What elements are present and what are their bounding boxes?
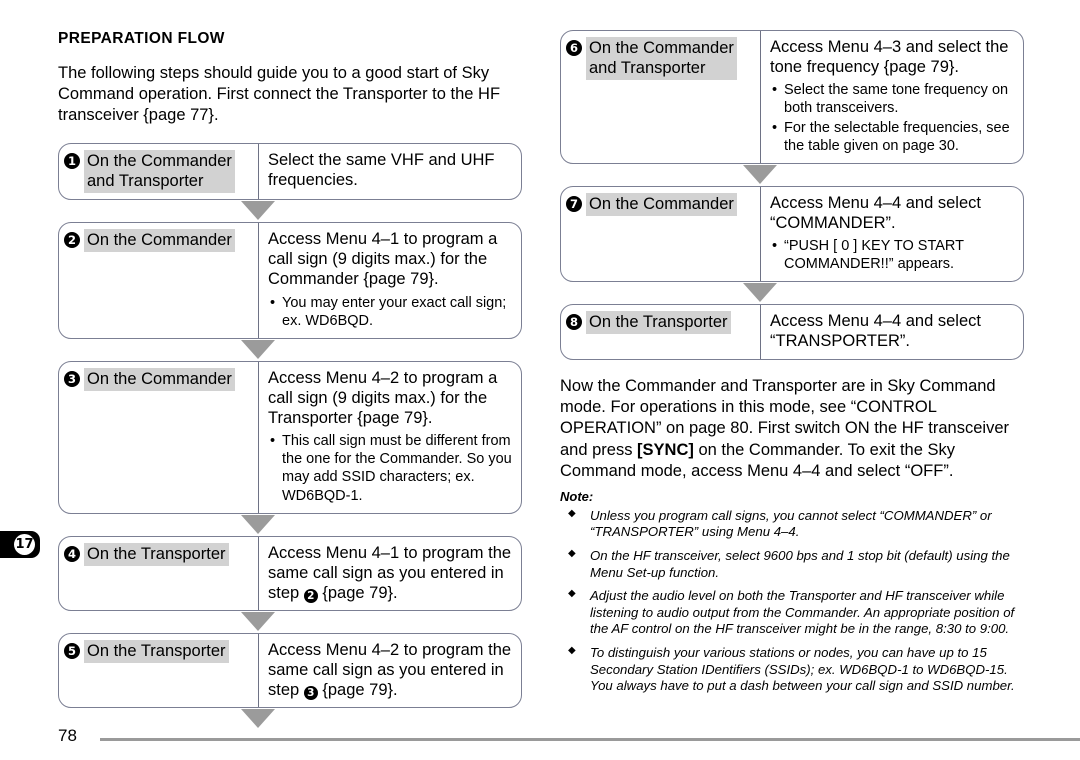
note-item: Adjust the audio level on both the Trans… [560,588,1024,638]
flow-step-1-action-cell: Select the same VHF and UHF frequencies. [259,144,521,199]
step-number-badge: 2 [64,232,80,249]
flow-step-2: 2 On the Commander Access Menu 4–1 to pr… [58,222,522,339]
step-bullet: Select the same tone frequency on both t… [770,81,1015,117]
flow-step-5-action-cell: Access Menu 4–2 to program the same call… [259,634,521,707]
step-bullet-list: “PUSH [ 0 ] KEY TO START COMMANDER!!” ap… [770,237,1015,273]
flow-step-7-role-cell: 7 On the Commander [561,186,761,282]
down-arrow-icon [743,164,777,184]
connector-arrow-2 [58,339,522,361]
page-title: PREPARATION FLOW [58,30,225,47]
step-number-badge: 4 [64,545,80,562]
connector-arrow-6 [560,164,1024,186]
inline-step-ref: 2 [303,588,318,603]
step-role-label: On the Commander and Transporter [84,149,235,194]
footer-rule [100,738,1080,741]
step-number-badge: 6 [566,40,582,56]
flow-step-4-action-cell: Access Menu 4–1 to program the same call… [259,537,521,610]
flow-step-4: 4 On the Transporter Access Menu 4–1 to … [58,535,522,612]
step-bullet-list: Select the same tone frequency on both t… [770,81,1015,155]
step-action-text: Access Menu 4–4 and select “TRANSPORTER”… [770,312,981,351]
flow-step-7-action-cell: Access Menu 4–4 and select “COMMANDER”. … [761,187,1023,282]
step-role-label: On the Commander [84,229,235,253]
step-bullet-list: You may enter your exact call sign; ex. … [268,294,513,330]
sync-key-label: [SYNC] [637,440,694,459]
flow-step-6-action-cell: Access Menu 4–3 and select the tone freq… [761,31,1023,163]
flow-step-3-action-cell: Access Menu 4–2 to program a call sign (… [259,362,521,513]
note-list: Unless you program call signs, you canno… [560,508,1024,695]
step-action-post: {page 79}. [317,583,398,602]
step-role-label: On the Commander [586,192,737,216]
flow-step-6-role-cell: 6 On the Commander and Transporter [561,31,761,163]
step-bullet: “PUSH [ 0 ] KEY TO START COMMANDER!!” ap… [770,237,1015,273]
step-role-label: On the Transporter [586,311,731,335]
page-footer: 78 [0,726,1080,750]
step-action-text: Access Menu 4–1 to program a call sign (… [268,230,498,289]
right-column: 6 On the Commander and Transporter Acces… [560,30,1024,702]
step-action-text: Access Menu 4–3 and select the tone freq… [770,38,1009,77]
step-bullet: For the selectable frequencies, see the … [770,119,1015,155]
flow-step-3-role-cell: 3 On the Commander [59,361,259,513]
flow-step-8-action-cell: Access Menu 4–4 and select “TRANSPORTER”… [761,305,1023,358]
step-number-badge: 3 [64,370,80,387]
step-bullet: You may enter your exact call sign; ex. … [268,294,513,330]
connector-arrow-3 [58,514,522,536]
connector-arrow-1 [58,200,522,222]
down-arrow-icon [241,612,275,632]
note-item: Unless you program call signs, you canno… [560,508,1024,541]
flow-step-1-role-cell: 1 On the Commander and Transporter [59,143,259,200]
connector-arrow-7 [560,282,1024,304]
step-action-post: {page 79}. [317,681,398,700]
flow-step-2-role-cell: 2 On the Commander [59,223,259,338]
flow-step-8-role-cell: 8 On the Transporter [561,305,761,359]
flow-step-7: 7 On the Commander Access Menu 4–4 and s… [560,185,1024,283]
step-role-label: On the Commander and Transporter [586,37,737,81]
down-arrow-icon [241,514,275,534]
chapter-tab-number: 17 [14,534,35,555]
page-number: 78 [58,726,77,745]
step-action-text: Access Menu 4–2 to program a call sign (… [268,368,498,428]
flow-step-4-role-cell: 4 On the Transporter [59,536,259,611]
step-role-label: On the Commander [84,367,235,391]
flow-step-1: 1 On the Commander and Transporter Selec… [58,142,522,201]
flow-step-8: 8 On the Transporter Access Menu 4–4 and… [560,304,1024,360]
closing-paragraph: Now the Commander and Transporter are in… [560,376,1024,483]
connector-arrow-4 [58,611,522,633]
step-number-badge: 5 [64,643,80,660]
step-bullet: This call sign must be different from th… [268,432,513,505]
step-action-text: Access Menu 4–4 and select “COMMANDER”. [770,193,981,232]
intro-paragraph: The following steps should guide you to … [58,63,501,125]
flow-step-3: 3 On the Commander Access Menu 4–2 to pr… [58,360,522,514]
flow-step-2-action-cell: Access Menu 4–1 to program a call sign (… [259,223,521,338]
note-item: On the HF transceiver, select 9600 bps a… [560,548,1024,581]
step-number-badge: 1 [64,152,80,169]
step-role-label: On the Transporter [84,542,229,566]
flow-step-5-role-cell: 5 On the Transporter [59,634,259,708]
step-number-badge: 8 [566,314,582,331]
flow-step-6: 6 On the Commander and Transporter Acces… [560,30,1024,164]
down-arrow-icon [743,283,777,303]
manual-page: PREPARATION FLOW The following steps sho… [0,0,1080,760]
note-item: To distinguish your various stations or … [560,645,1024,695]
step-role-label: On the Transporter [84,640,229,664]
down-arrow-icon [241,339,275,359]
note-heading: Note: [560,488,594,504]
flow-step-5: 5 On the Transporter Access Menu 4–2 to … [58,633,522,709]
left-column: PREPARATION FLOW The following steps sho… [58,30,522,730]
step-action-text: Access Menu 4–1 to program the same call… [268,543,513,603]
step-action-text: Select the same VHF and UHF frequencies. [268,150,495,190]
step-action-text: Access Menu 4–2 to program the same call… [268,640,513,701]
step-number-badge: 7 [566,195,582,212]
chapter-tab: 17 [0,531,40,558]
down-arrow-icon [241,201,275,221]
step-bullet-list: This call sign must be different from th… [268,432,513,505]
inline-step-ref: 3 [303,686,318,701]
